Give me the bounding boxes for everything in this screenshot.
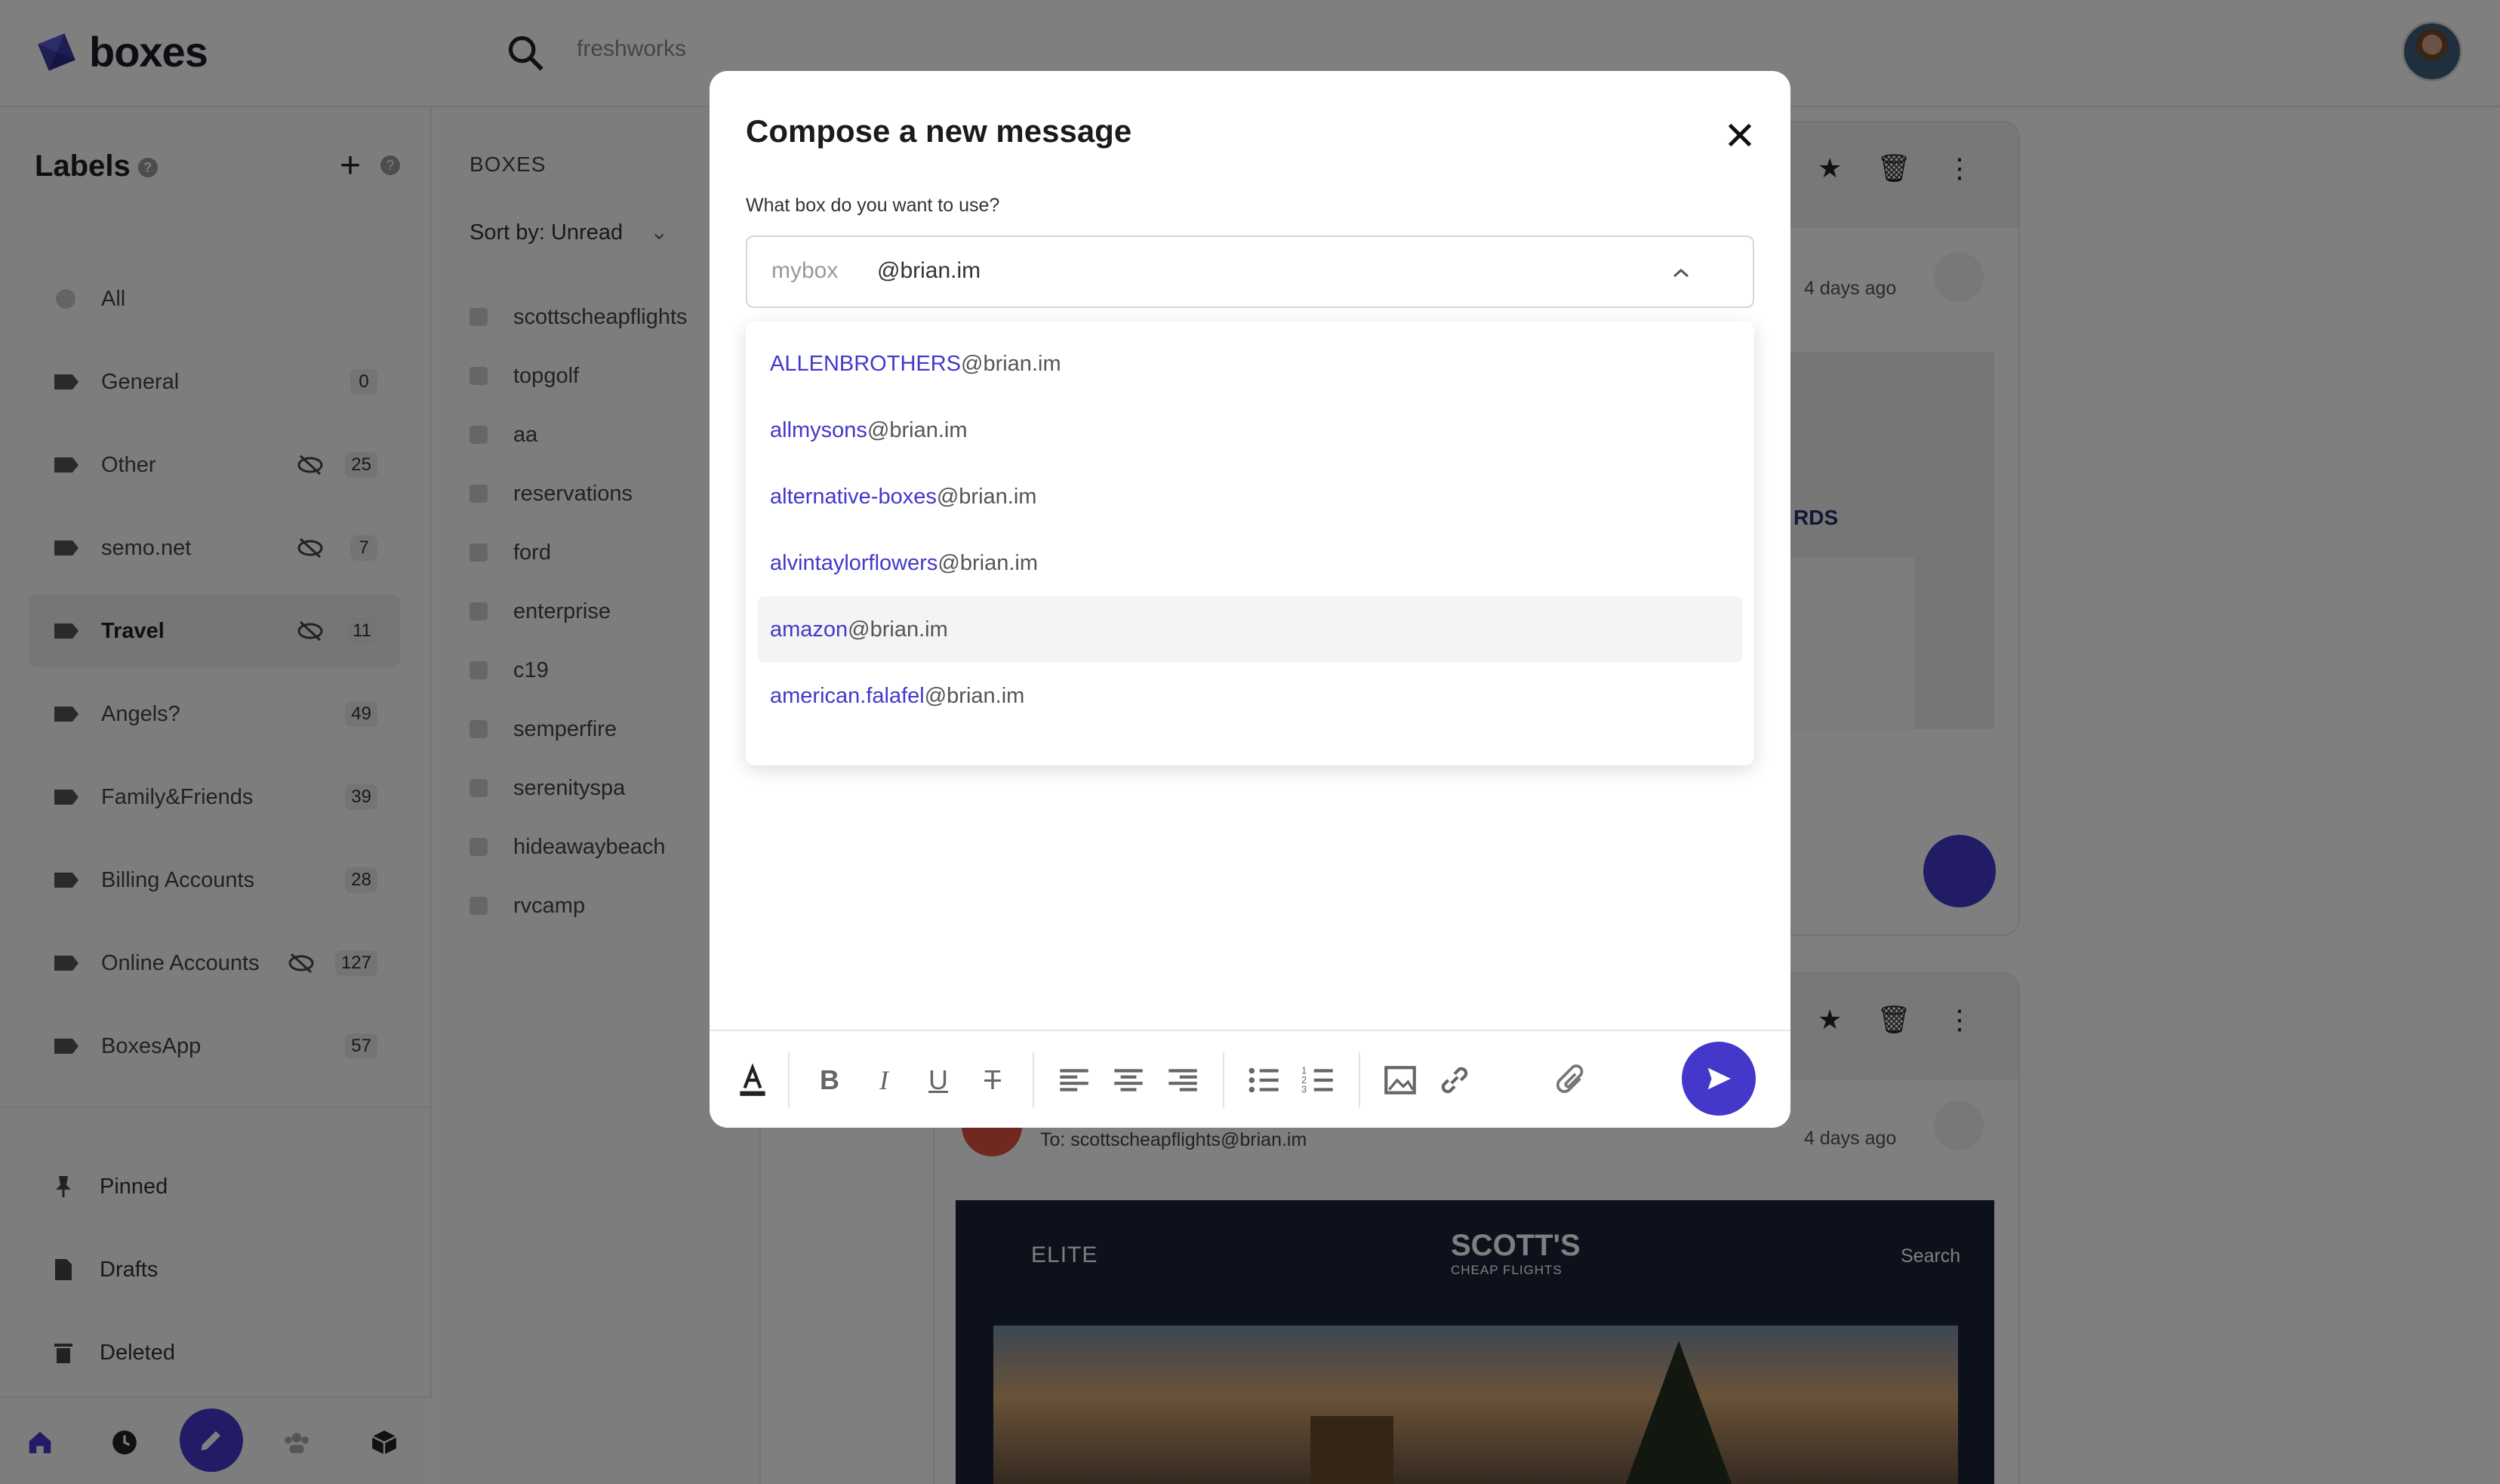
text-color-icon[interactable] xyxy=(734,1061,771,1099)
bold-icon[interactable]: B xyxy=(811,1061,848,1099)
option-domain: @brian.im xyxy=(936,484,1037,509)
box-dropdown: ALLENBROTHERS @brian.im allmysons @brian.i… xyxy=(746,322,1754,765)
align-left-icon[interactable] xyxy=(1055,1061,1093,1099)
box-option[interactable]: american.falafel @brian.im xyxy=(758,663,1742,729)
chevron-up-icon[interactable] xyxy=(1670,264,1692,282)
option-box: ALLENBROTHERS xyxy=(770,351,962,376)
option-box: alternative-boxes xyxy=(770,484,937,509)
align-right-icon[interactable] xyxy=(1164,1061,1202,1099)
italic-icon[interactable]: I xyxy=(865,1061,903,1099)
send-button[interactable] xyxy=(1682,1042,1756,1116)
option-box: allmysons xyxy=(770,417,867,442)
send-icon xyxy=(1707,1067,1731,1090)
link-icon[interactable] xyxy=(1436,1061,1473,1099)
box-select-label: What box do you want to use? xyxy=(746,195,1000,216)
option-domain: @brian.im xyxy=(924,683,1025,708)
box-input[interactable]: mybox xyxy=(771,258,838,284)
box-select[interactable]: mybox @brian.im xyxy=(746,236,1754,308)
box-option-highlighted[interactable]: amazon @brian.im xyxy=(758,596,1742,663)
box-domain: @brian.im xyxy=(877,258,981,283)
modal-title: Compose a new message xyxy=(746,113,1132,149)
option-domain: @brian.im xyxy=(938,550,1039,575)
align-center-icon[interactable] xyxy=(1110,1061,1147,1099)
toolbar-divider xyxy=(1223,1052,1224,1108)
toolbar-divider xyxy=(1033,1052,1034,1108)
toolbar-divider xyxy=(788,1052,790,1108)
option-domain: @brian.im xyxy=(961,351,1061,376)
option-box: amazon xyxy=(770,617,848,642)
svg-text:3: 3 xyxy=(1301,1085,1307,1095)
strikethrough-icon[interactable]: T xyxy=(974,1061,1011,1099)
toolbar-divider xyxy=(1359,1052,1360,1108)
image-icon[interactable] xyxy=(1381,1061,1419,1099)
compose-modal: Compose a new message What box do you wa… xyxy=(710,71,1790,1128)
option-box: alvintaylorflowers xyxy=(770,550,938,575)
box-option[interactable]: allmysons @brian.im xyxy=(758,397,1742,463)
underline-icon[interactable]: U xyxy=(919,1061,957,1099)
numbered-list-icon[interactable]: 123 xyxy=(1300,1061,1338,1099)
attachment-icon[interactable] xyxy=(1553,1061,1591,1099)
bullet-list-icon[interactable] xyxy=(1245,1061,1283,1099)
close-icon[interactable] xyxy=(1723,118,1757,152)
option-domain: @brian.im xyxy=(867,417,968,442)
editor-toolbar: B I U T 123 xyxy=(710,1030,1790,1128)
option-box: american.falafel xyxy=(770,683,925,708)
box-option[interactable]: ALLENBROTHERS @brian.im xyxy=(758,331,1742,397)
box-option[interactable]: alvintaylorflowers @brian.im xyxy=(758,530,1742,596)
box-option[interactable]: alternative-boxes @brian.im xyxy=(758,463,1742,530)
option-domain: @brian.im xyxy=(848,617,948,642)
